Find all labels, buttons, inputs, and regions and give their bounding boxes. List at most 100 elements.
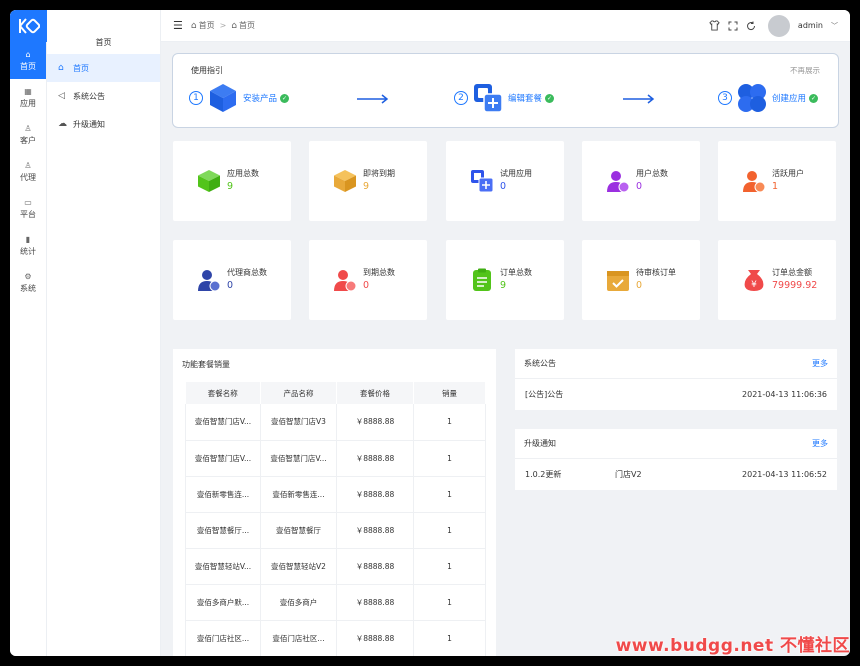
refresh-icon[interactable] [746, 21, 756, 31]
table-row[interactable]: 壹佰门店社区... 壹佰门店社区... ￥8888.88 1 [185, 620, 486, 656]
guide-dismiss-link[interactable]: 不再展示 [790, 65, 820, 76]
stat-value: 79999.92 [772, 280, 818, 291]
arrow-right-icon [623, 94, 655, 104]
stat-card-expired[interactable]: 到期总数 0 [309, 240, 427, 320]
column-header[interactable]: 套餐名称 [185, 382, 261, 404]
check-icon: ✓ [809, 93, 819, 103]
stat-card-order-amount[interactable]: ¥ 订单总金额 79999.92 [718, 240, 836, 320]
more-link[interactable]: 更多 [812, 358, 828, 369]
sub-nav-item-upgrades[interactable]: ☁ 升级通知 [47, 110, 160, 138]
fullscreen-icon[interactable] [728, 21, 738, 31]
column-header[interactable]: 销量 [413, 382, 486, 404]
table-row[interactable]: 壹佰智慧门店V... 壹佰智慧门店V... ￥8888.88 1 [185, 440, 486, 477]
table-cell: ￥8888.88 [336, 620, 414, 656]
stat-label: 订单总数 [500, 268, 532, 277]
rail-item-platform[interactable]: ▭ 平台 [10, 190, 46, 227]
rail-item-agents[interactable]: ♙ 代理 [10, 153, 46, 190]
package-sales-table: 套餐名称 产品名称 套餐价格 销量 壹佰智慧门店V... 壹佰智慧门店V3 ￥8… [185, 382, 486, 656]
stat-card-orders[interactable]: 订单总数 9 [446, 240, 564, 320]
stat-value: 0 [636, 181, 643, 192]
stat-value: 0 [227, 280, 234, 291]
stat-label: 待审核订单 [636, 268, 676, 277]
rail-item-system[interactable]: ⚙ 系统 [10, 264, 46, 301]
table-cell: 1 [413, 584, 486, 621]
sub-nav: 首页 ⌂ 首页 ◁ 系统公告 ☁ 升级通知 [47, 10, 161, 656]
upgrade-item[interactable]: 1.0.2更新 门店V2 2021-04-13 11:06:52 [515, 459, 837, 489]
table-row[interactable]: 壹佰智慧门店V... 壹佰智慧门店V3 ￥8888.88 1 [185, 404, 486, 441]
guide-step-install[interactable]: 1 安装产品 ✓ [189, 82, 290, 114]
guide-step-create-app[interactable]: 3 创建应用 ✓ [718, 82, 819, 114]
sub-nav-item-home[interactable]: ⌂ 首页 [47, 54, 160, 82]
table-cell: 壹佰多商户默... [185, 584, 261, 621]
user-icon [198, 270, 221, 292]
stat-card-pending-orders[interactable]: 待审核订单 0 [582, 240, 700, 320]
table-row[interactable]: 壹佰智慧餐厅... 壹佰智慧餐厅 ￥8888.88 1 [185, 512, 486, 549]
column-header[interactable]: 套餐价格 [336, 382, 414, 404]
table-header-row: 套餐名称 产品名称 套餐价格 销量 [185, 382, 486, 404]
stat-value: 9 [363, 181, 370, 192]
table-row[interactable]: 壹佰多商户默... 壹佰多商户 ￥8888.88 1 [185, 584, 486, 621]
panel-title: 升级通知 [524, 439, 556, 448]
rail-item-label: 客户 [20, 135, 36, 145]
avatar[interactable] [767, 14, 790, 37]
rail-item-label: 代理 [20, 172, 36, 182]
rail-item-home[interactable]: ⌂ 首页 [10, 42, 46, 79]
bar-chart-icon: ▮ [25, 234, 31, 244]
stat-card-active-users[interactable]: 活跃用户 1 [718, 141, 836, 221]
grid-icon: ▦ [24, 86, 32, 96]
more-link[interactable]: 更多 [812, 438, 828, 449]
sub-nav-item-announcements[interactable]: ◁ 系统公告 [47, 82, 160, 110]
copy-icon [471, 170, 494, 193]
step-number: 3 [718, 91, 732, 105]
breadcrumb-item[interactable]: 首页 [199, 20, 215, 31]
stat-label: 订单总金额 [772, 268, 812, 277]
breadcrumb-separator: > [219, 21, 227, 30]
stat-value: 1 [772, 181, 779, 192]
column-header[interactable]: 产品名称 [260, 382, 337, 404]
home-icon: ⌂ [231, 20, 238, 31]
step-label: 安装产品 [243, 94, 278, 104]
stat-card-users[interactable]: 用户总数 0 [582, 141, 700, 221]
shirt-icon[interactable] [709, 20, 720, 31]
document-icon [473, 268, 491, 291]
stat-label: 即将到期 [363, 169, 395, 178]
username[interactable]: admin [798, 21, 823, 30]
monitor-icon: ▭ [24, 197, 32, 207]
panel-header: 功能套餐销量 [173, 349, 496, 379]
top-header: ☰ ⌂ 首页 > ⌂ 首页 admin ﹀ [161, 10, 850, 42]
stat-label: 活跃用户 [772, 169, 804, 178]
table-row[interactable]: 壹佰新零售连... 壹佰新零售连... ￥8888.88 1 [185, 476, 486, 513]
rail-item-apps[interactable]: ▦ 应用 [10, 79, 46, 116]
announcement-title: [公告]公告 [525, 389, 564, 399]
user-icon [334, 270, 357, 292]
table-cell: ￥8888.88 [336, 404, 414, 441]
user-icon [607, 171, 630, 193]
menu-toggle-icon[interactable]: ☰ [173, 19, 183, 32]
guide-step-edit-package[interactable]: 2 编辑套餐 ✓ [454, 82, 555, 114]
rail-item-label: 平台 [20, 209, 36, 219]
rail-item-label: 首页 [20, 61, 36, 71]
table-cell: 1 [413, 476, 486, 513]
rail-item-label: 应用 [20, 98, 36, 108]
stat-card-trial[interactable]: 试用应用 0 [446, 141, 564, 221]
breadcrumb-item: 首页 [239, 21, 256, 30]
announcement-item[interactable]: [公告]公告 2021-04-13 11:06:36 [515, 379, 837, 409]
stat-card-agents[interactable]: 代理商总数 0 [173, 240, 291, 320]
clover-icon [738, 84, 766, 112]
brand-logo[interactable] [10, 10, 47, 42]
rail-item-stats[interactable]: ▮ 统计 [10, 227, 46, 264]
table-cell: 1 [413, 548, 486, 585]
rail-item-customers[interactable]: ♙ 客户 [10, 116, 46, 153]
table-cell: 壹佰门店社区... [260, 620, 337, 656]
step-number: 1 [189, 91, 203, 105]
stat-card-apps[interactable]: 应用总数 9 [173, 141, 291, 221]
table-cell: 壹佰新零售连... [260, 476, 337, 513]
stat-label: 代理商总数 [227, 268, 267, 277]
home-icon: ⌂ [58, 63, 64, 73]
stat-card-expiring[interactable]: 即将到期 9 [309, 141, 427, 221]
table-row[interactable]: 壹佰智慧轻站V... 壹佰智慧轻站V2 ￥8888.88 1 [185, 548, 486, 585]
stat-label: 试用应用 [500, 169, 532, 178]
table-cell: 壹佰新零售连... [185, 476, 261, 513]
rail-item-label: 系统 [20, 283, 36, 293]
chevron-down-icon[interactable]: ﹀ [831, 21, 838, 31]
